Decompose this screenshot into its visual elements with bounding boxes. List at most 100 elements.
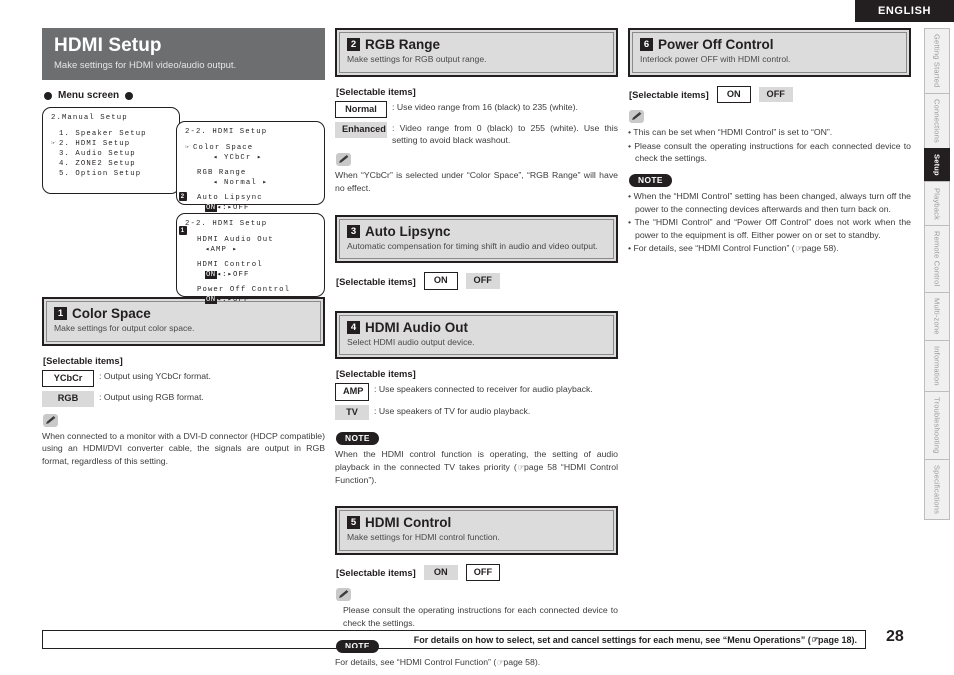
section-title-text: RGB Range — [365, 37, 441, 52]
chip-tv[interactable]: TV — [335, 404, 369, 421]
section-title-text: HDMI Control — [365, 515, 452, 531]
selectable-items-label: [Selectable items] — [43, 354, 123, 366]
language-badge: ENGLISH — [855, 0, 954, 22]
side-tab-label: Connections — [932, 99, 942, 143]
pointing-hand-icon: ☞ — [810, 635, 818, 644]
osd-row-value: YCbCr — [223, 154, 252, 163]
selectable-items-label: [Selectable items] — [629, 88, 709, 100]
sidebar-item-getting-started[interactable]: Getting Started — [924, 28, 950, 93]
page-subtitle-text: Make settings for HDMI video/audio outpu… — [54, 60, 237, 71]
chip-off[interactable]: OFF — [465, 563, 501, 582]
section-header-auto-lipsync: 3 Auto Lipsync Automatic compensation fo… — [335, 214, 618, 264]
option-row-normal[interactable]: Normal : Use video range from 16 (black)… — [335, 100, 618, 119]
sidebar-item-multi-zone[interactable]: Multi-zone — [924, 291, 950, 340]
sidebar-item-setup[interactable]: Setup — [924, 148, 950, 182]
section-title-text: Auto Lipsync — [365, 223, 451, 239]
side-tab-rail: Getting Started Connections Setup Playba… — [924, 28, 950, 521]
chip-on[interactable]: ON — [423, 272, 458, 290]
sidebar-item-information[interactable]: Information — [924, 339, 950, 391]
section-description: Select HDMI audio output device. — [347, 336, 475, 347]
left-arrow-icon: ◂ — [213, 154, 219, 163]
chip-off[interactable]: OFF — [465, 273, 500, 289]
side-tab-label: Specifications — [932, 464, 942, 514]
page-title-text: HDMI Setup — [54, 35, 162, 56]
bullet-item: • This can be set when “HDMI Control” is… — [628, 127, 833, 138]
selectable-items-label: [Selectable items] — [336, 567, 416, 579]
pencil-glyph — [46, 415, 56, 424]
bullet-text-part2: page 58). — [801, 243, 839, 254]
left-arrow-icon: ◂ — [216, 204, 223, 213]
osd-item: 2. HDMI Setup — [59, 140, 131, 149]
bullet-dot-icon — [44, 91, 52, 100]
bullet-item-last: • For details, see “HDMI Control Functio… — [628, 242, 911, 255]
pointing-hand-icon: ☞ — [516, 462, 524, 472]
chip-ycbcr[interactable]: YCbCr — [42, 369, 94, 388]
color-space-note-text: When connected to a monitor with a DVI-D… — [42, 430, 325, 466]
osd-row-off: OFF — [233, 271, 250, 280]
hdmi-control-pencil-text: Please consult the operating instruction… — [343, 605, 618, 628]
chip-off[interactable]: OFF — [758, 86, 793, 103]
bullet-item: • When the “HDMI Control” setting has be… — [628, 190, 911, 214]
section-title-text: Color Space — [72, 306, 151, 321]
sidebar-item-troubleshooting[interactable]: Troubleshooting — [924, 390, 950, 459]
pointing-hand-icon: ☞ — [794, 244, 802, 254]
bullet-dot-icon — [125, 91, 134, 100]
note-text-part2: page 58). — [503, 657, 541, 668]
option-description: : Use video range from 16 (black) to 235… — [392, 101, 578, 112]
option-row-tv[interactable]: TV : Use speakers of TV for audio playba… — [335, 404, 618, 421]
sidebar-item-specifications[interactable]: Specifications — [924, 458, 950, 521]
section-title-text: HDMI Audio Out — [365, 319, 468, 335]
auto-lipsync-options: [Selectable items] ON OFF — [336, 272, 618, 290]
chip-amp[interactable]: AMP — [335, 383, 369, 401]
chip-rgb[interactable]: RGB — [42, 391, 94, 407]
option-description: : Output using YCbCr format. — [99, 370, 211, 381]
column-left: HDMI Setup Make settings for HDMI video/… — [42, 28, 325, 470]
osd-row-value: AMP — [210, 246, 227, 255]
option-row-ycbcr[interactable]: YCbCr : Output using YCbCr format. — [42, 369, 325, 388]
sidebar-item-connections[interactable]: Connections — [924, 92, 950, 149]
option-row-enhanced[interactable]: Enhanced : Video range from 0 (black) to… — [335, 122, 618, 146]
osd-page-badge: 2 — [179, 192, 187, 201]
side-tab-label: Troubleshooting — [932, 396, 942, 454]
bullet-text-part1: • For details, see “HDMI Control Functio… — [628, 243, 795, 254]
section-description: Make settings for HDMI control function. — [347, 532, 500, 543]
note-badge: NOTE — [629, 173, 672, 187]
sidebar-item-playback[interactable]: Playback — [924, 181, 950, 225]
bullet-item: • Please consult the operating instructi… — [628, 140, 911, 164]
note-text-part1: For details, see “HDMI Control Function”… — [335, 657, 497, 668]
osd-panel-hdmi-setup-2: 2-2. HDMI Setup HDMI Audio Out ◂ AMP ▸ HD… — [176, 213, 325, 305]
section-number-badge: 4 — [347, 320, 360, 334]
footer-text-part2: page 18). — [817, 634, 857, 645]
osd-row-value: Normal — [223, 179, 257, 188]
page-title: HDMI Setup Make settings for HDMI video/… — [42, 28, 325, 80]
osd-row-name: HDMI Audio Out — [197, 236, 274, 244]
menu-screen-heading: Menu screen — [44, 90, 325, 101]
osd-row-on: ON — [205, 296, 217, 305]
section-header-rgb-range: 2 RGB Range Make settings for RGB output… — [335, 28, 618, 77]
cursor-arrow-icon: ☞ — [185, 144, 191, 152]
section-description: Interlock power OFF with HDMI control. — [640, 54, 791, 64]
osd-item: 5. Option Setup — [59, 170, 142, 179]
power-off-control-options: [Selectable items] ON OFF — [629, 85, 911, 104]
pencil-glyph — [339, 590, 349, 599]
side-tab-label: Multi-zone — [932, 297, 942, 335]
chip-on[interactable]: ON — [716, 85, 751, 104]
right-arrow-icon: ▸ — [262, 179, 268, 188]
osd-panel-manual-setup: 2.Manual Setup 1. Speaker Setup ☞ 2. HDMI… — [42, 107, 180, 194]
chip-normal[interactable]: Normal — [335, 100, 387, 119]
hdmi-audio-out-note-text: When the HDMI control function is operat… — [335, 448, 618, 486]
chip-enhanced[interactable]: Enhanced — [335, 122, 387, 138]
section-number-badge: 2 — [347, 38, 360, 51]
rgb-range-note-text: When “YCbCr” is selected under “Color Sp… — [335, 170, 618, 194]
option-row-amp[interactable]: AMP : Use speakers connected to receiver… — [335, 383, 618, 401]
option-row-rgb[interactable]: RGB : Output using RGB format. — [42, 391, 325, 407]
option-description: : Use speakers of TV for audio playback. — [374, 405, 531, 416]
section-header-hdmi-control: 5 HDMI Control Make settings for HDMI co… — [335, 506, 618, 555]
osd-title: 2-2. HDMI Setup — [185, 220, 268, 228]
chip-on[interactable]: ON — [423, 564, 458, 581]
osd-row-name: Color Space — [193, 144, 254, 152]
selectable-items-label: [Selectable items] — [336, 85, 416, 97]
osd-item: 3. Audio Setup — [59, 150, 136, 159]
sidebar-item-remote-control[interactable]: Remote Control — [924, 224, 950, 292]
bullet-item: • The “HDMI Control” and “Power Off Cont… — [628, 217, 911, 240]
